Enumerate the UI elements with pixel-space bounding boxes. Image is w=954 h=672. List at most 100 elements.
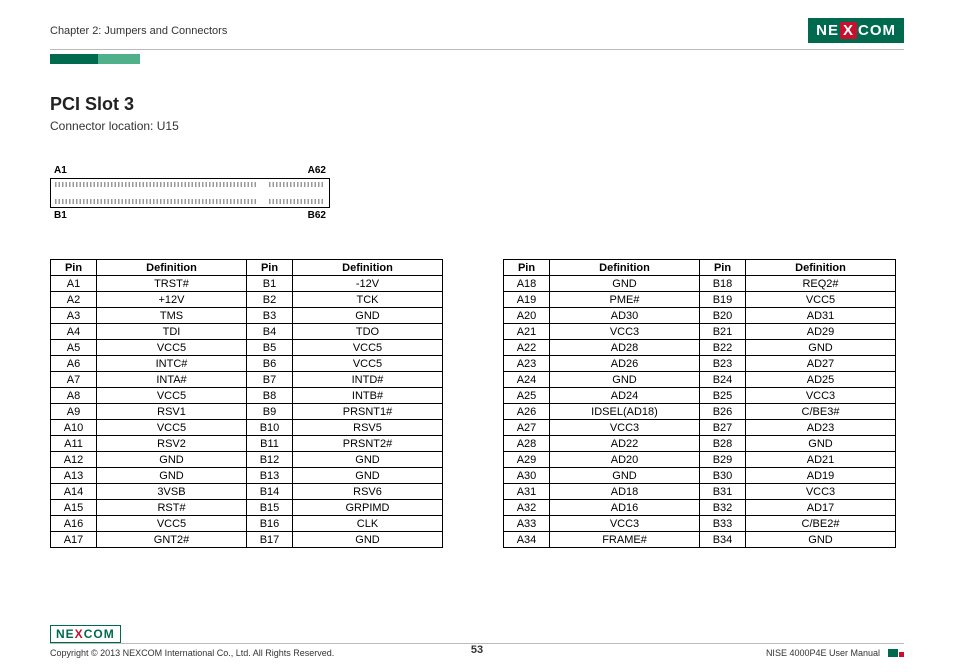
footer-mark-icon <box>888 649 904 657</box>
table-cell: A31 <box>504 484 550 500</box>
table-cell: B2 <box>247 292 293 308</box>
table-cell: B20 <box>700 308 746 324</box>
table-cell: A29 <box>504 452 550 468</box>
table-cell: A30 <box>504 468 550 484</box>
table-cell: VCC5 <box>97 516 247 532</box>
table-cell: GND <box>293 452 443 468</box>
table-cell: B28 <box>700 436 746 452</box>
table-cell: A4 <box>51 324 97 340</box>
logo-ne: NE <box>816 22 839 39</box>
table-row: A16VCC5B16CLK <box>51 516 443 532</box>
table-cell: B4 <box>247 324 293 340</box>
table-row: A21VCC3B21AD29 <box>504 324 896 340</box>
table-cell: VCC5 <box>97 340 247 356</box>
table-cell: C/BE2# <box>746 516 896 532</box>
th-def: Definition <box>293 260 443 276</box>
table-cell: REQ2# <box>746 276 896 292</box>
table-cell: RSV1 <box>97 404 247 420</box>
connector-body <box>50 178 330 208</box>
table-row: A10VCC5B10RSV5 <box>51 420 443 436</box>
table-cell: INTA# <box>97 372 247 388</box>
table-row: A33VCC3B33C/BE2# <box>504 516 896 532</box>
table-cell: A18 <box>504 276 550 292</box>
table-cell: GND <box>293 532 443 548</box>
table-cell: AD30 <box>550 308 700 324</box>
page-number: 53 <box>471 644 483 656</box>
table-cell: A16 <box>51 516 97 532</box>
table-row: A3TMSB3GND <box>51 308 443 324</box>
table-cell: A32 <box>504 500 550 516</box>
footer-logo-com: COM <box>84 627 115 641</box>
table-cell: INTC# <box>97 356 247 372</box>
table-cell: GNT2# <box>97 532 247 548</box>
table-row: A27VCC3B27AD23 <box>504 420 896 436</box>
table-row: A18GNDB18REQ2# <box>504 276 896 292</box>
table-cell: VCC3 <box>550 516 700 532</box>
table-cell: A11 <box>51 436 97 452</box>
label-a1: A1 <box>54 165 67 176</box>
table-cell: B34 <box>700 532 746 548</box>
chapter-label: Chapter 2: Jumpers and Connectors <box>50 25 227 37</box>
table-row: A22AD28B22GND <box>504 340 896 356</box>
table-cell: B30 <box>700 468 746 484</box>
label-b62: B62 <box>308 210 326 221</box>
table-cell: B12 <box>247 452 293 468</box>
table-row: A29AD20B29AD21 <box>504 452 896 468</box>
pin-table-2: Pin Definition Pin Definition A18GNDB18R… <box>503 259 896 548</box>
table-cell: AD24 <box>550 388 700 404</box>
th-def: Definition <box>97 260 247 276</box>
table-cell: A13 <box>51 468 97 484</box>
table-cell: AD28 <box>550 340 700 356</box>
table-cell: INTB# <box>293 388 443 404</box>
table-row: A23AD26B23AD27 <box>504 356 896 372</box>
table-cell: 3VSB <box>97 484 247 500</box>
table-row: A7INTA#B7INTD# <box>51 372 443 388</box>
connector-diagram: A1 A62 B1 B62 <box>50 165 330 221</box>
table-cell: AD31 <box>746 308 896 324</box>
table-cell: -12V <box>293 276 443 292</box>
table-cell: VCC3 <box>550 420 700 436</box>
th-def: Definition <box>550 260 700 276</box>
label-a62: A62 <box>308 165 326 176</box>
table-cell: A10 <box>51 420 97 436</box>
table-row: A2+12VB2TCK <box>51 292 443 308</box>
table-cell: B27 <box>700 420 746 436</box>
table-cell: B25 <box>700 388 746 404</box>
table-cell: B13 <box>247 468 293 484</box>
table-cell: B15 <box>247 500 293 516</box>
table-cell: AD18 <box>550 484 700 500</box>
nexcom-logo: NEXCOM <box>808 18 904 43</box>
table-cell: B31 <box>700 484 746 500</box>
table-cell: B17 <box>247 532 293 548</box>
table-cell: AD21 <box>746 452 896 468</box>
table-row: A6INTC#B6VCC5 <box>51 356 443 372</box>
table-cell: B32 <box>700 500 746 516</box>
table-row: A5VCC5B5VCC5 <box>51 340 443 356</box>
table-cell: B16 <box>247 516 293 532</box>
table-cell: A21 <box>504 324 550 340</box>
table-cell: B21 <box>700 324 746 340</box>
doc-name: NISE 4000P4E User Manual <box>766 648 880 658</box>
table-cell: INTD# <box>293 372 443 388</box>
table-cell: B22 <box>700 340 746 356</box>
table-cell: GND <box>97 452 247 468</box>
table-cell: A24 <box>504 372 550 388</box>
table-cell: A17 <box>51 532 97 548</box>
copyright: Copyright © 2013 NEXCOM International Co… <box>50 648 334 658</box>
table-cell: VCC3 <box>550 324 700 340</box>
table-row: A25AD24B25VCC3 <box>504 388 896 404</box>
table-cell: GND <box>746 436 896 452</box>
table-cell: A15 <box>51 500 97 516</box>
table-cell: VCC5 <box>746 292 896 308</box>
table-row: A12GNDB12GND <box>51 452 443 468</box>
table-cell: A1 <box>51 276 97 292</box>
table-cell: AD23 <box>746 420 896 436</box>
th-pin: Pin <box>700 260 746 276</box>
footer-logo: NEXCOM <box>50 625 904 643</box>
table-cell: GND <box>97 468 247 484</box>
table-cell: GND <box>746 532 896 548</box>
th-pin: Pin <box>504 260 550 276</box>
table-cell: AD22 <box>550 436 700 452</box>
table-cell: CLK <box>293 516 443 532</box>
table-cell: GND <box>746 340 896 356</box>
